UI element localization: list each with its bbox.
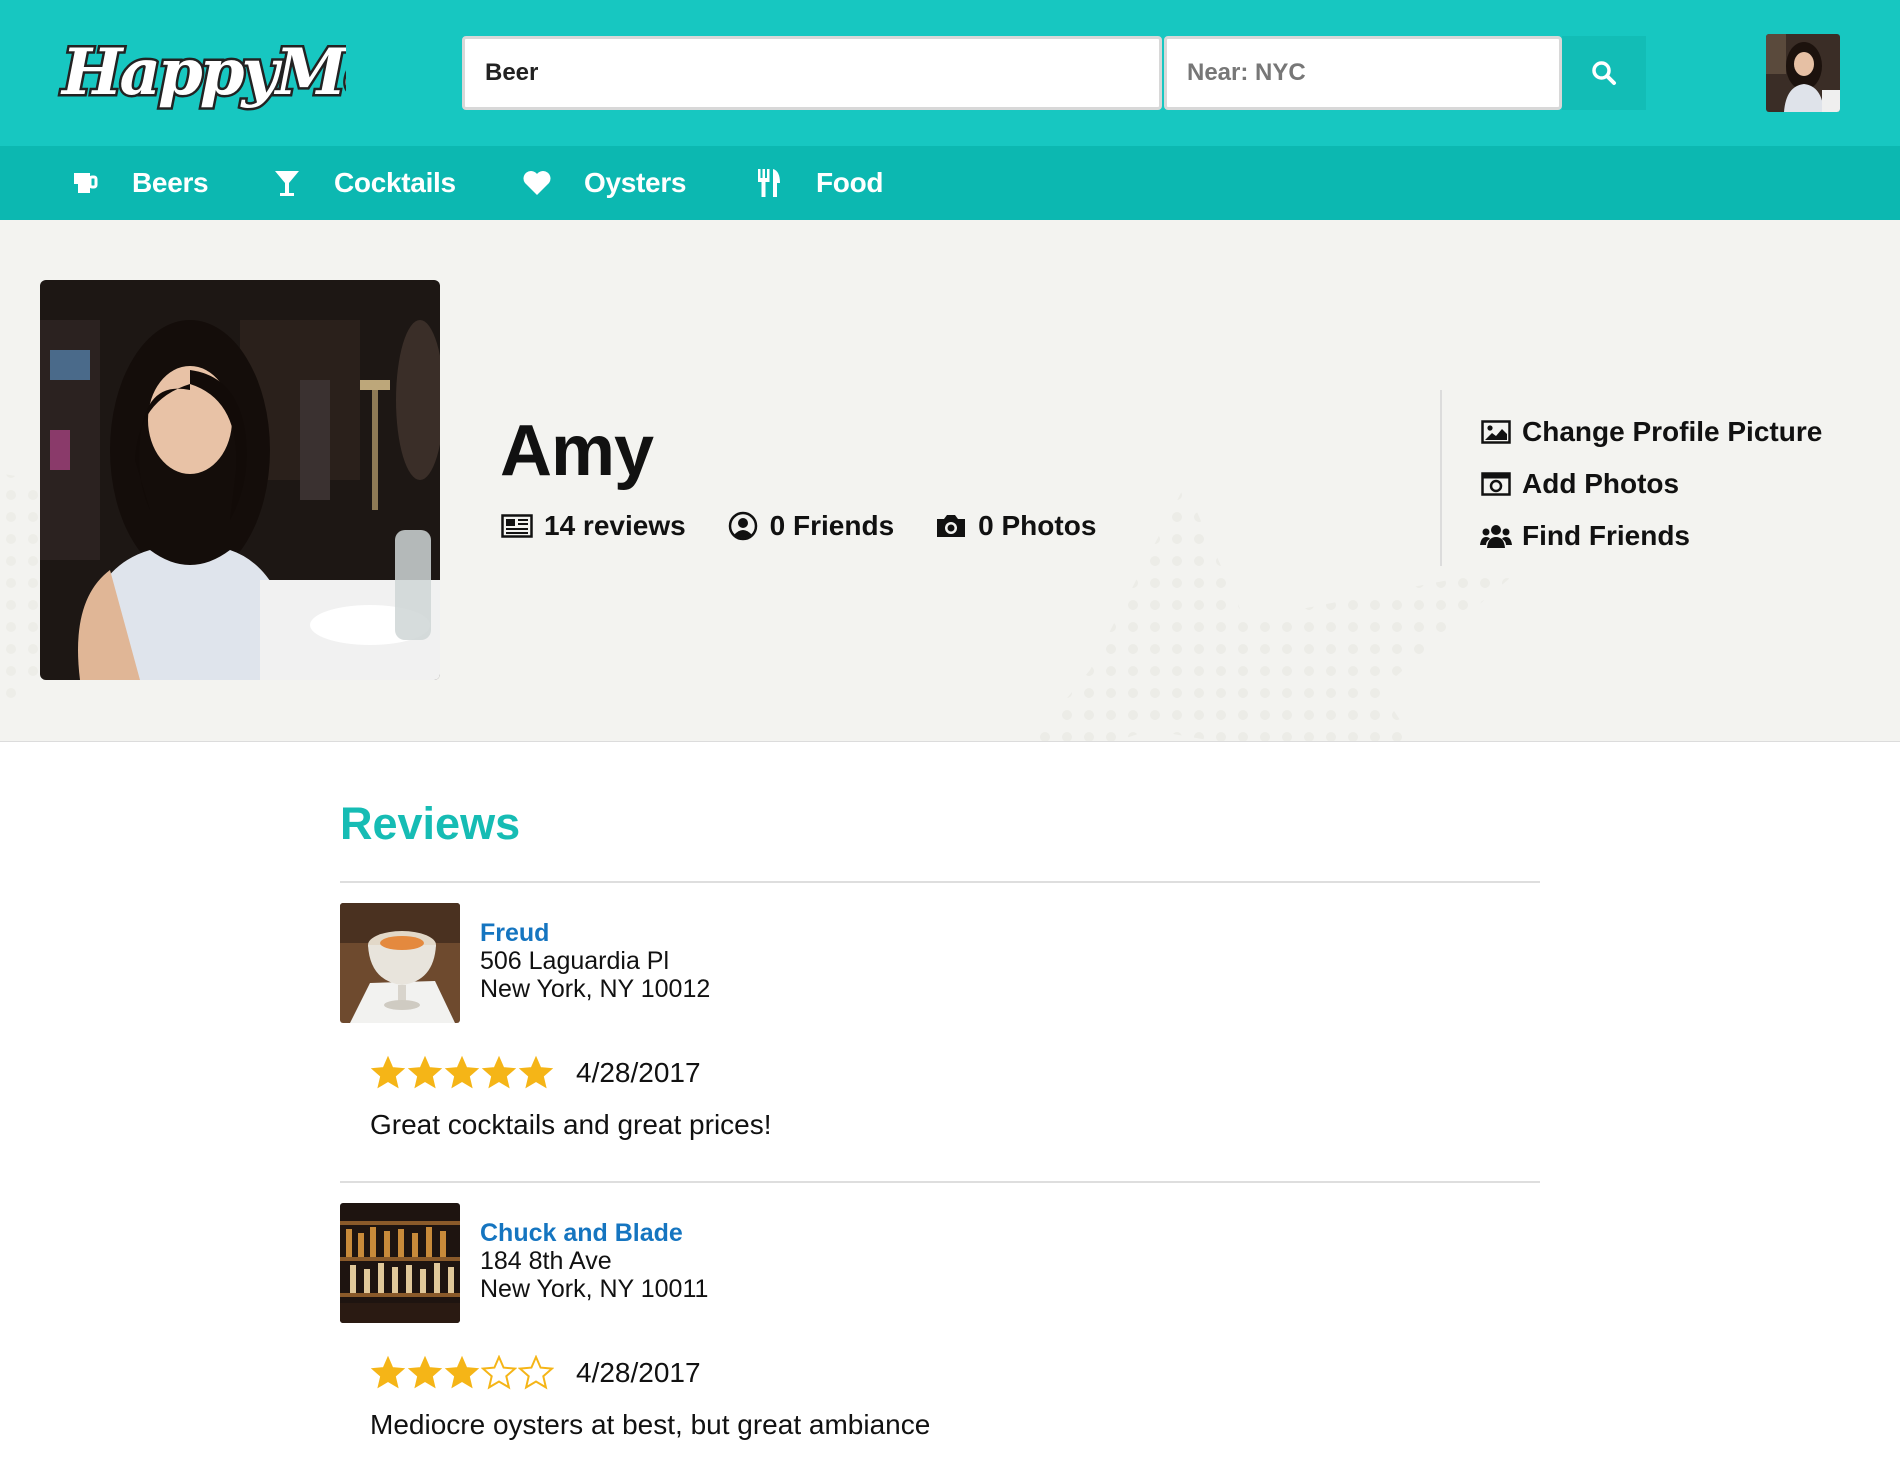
- star-filled-icon: [407, 1355, 443, 1389]
- image-icon: [1480, 416, 1512, 448]
- photos-count-label: 0 Photos: [978, 510, 1097, 541]
- venue-address-line2: New York, NY 10011: [480, 1275, 709, 1303]
- user-circle-icon: [726, 510, 760, 542]
- reviews-heading: Reviews: [340, 798, 521, 849]
- star-filled-icon: [370, 1355, 406, 1389]
- nav-label: Cocktails: [334, 167, 456, 198]
- search-icon: [1592, 61, 1616, 85]
- star-filled-icon: [444, 1055, 480, 1089]
- review-date: 4/28/2017: [576, 1357, 701, 1388]
- utensils-icon: [752, 166, 786, 200]
- top-header: HappyMe: [0, 0, 1900, 146]
- search-input[interactable]: [462, 36, 1162, 110]
- star-filled-icon: [370, 1055, 406, 1089]
- star-filled-icon: [407, 1055, 443, 1089]
- add-photos-label: Add Photos: [1522, 468, 1680, 499]
- change-profile-picture-label: Change Profile Picture: [1522, 416, 1823, 447]
- camera-retro-icon: [1480, 468, 1512, 500]
- profile-actions: Change Profile Picture Add Photos Find F…: [1480, 406, 1822, 562]
- happyme-logo[interactable]: HappyMe: [56, 22, 347, 132]
- star-filled-icon: [481, 1055, 517, 1089]
- venue-photo[interactable]: [340, 903, 460, 1023]
- star-rating: [370, 1055, 555, 1091]
- nav-label: Food: [816, 167, 884, 198]
- review-text: Great cocktails and great prices!: [370, 1109, 772, 1140]
- cocktail-icon: [270, 166, 304, 200]
- venue-name-link[interactable]: Freud: [480, 919, 549, 948]
- beer-icon: [68, 166, 102, 200]
- users-icon: [1480, 520, 1512, 552]
- logo-text: HappyMe: [60, 35, 346, 110]
- star-rating: [370, 1355, 555, 1391]
- review-date: 4/28/2017: [576, 1057, 701, 1088]
- newspaper-icon: [500, 510, 534, 542]
- venue-name-link[interactable]: Chuck and Blade: [480, 1219, 683, 1248]
- venue-address-line2: New York, NY 10012: [480, 975, 711, 1003]
- friends-count-label: 0 Friends: [769, 510, 895, 541]
- category-nav: Beers Cocktails Oysters Food: [0, 146, 1900, 220]
- search-button[interactable]: [1562, 36, 1646, 110]
- near-location-input[interactable]: [1164, 36, 1562, 110]
- profile-stats: 14 reviews 0 Friends 0 Photos: [500, 510, 1136, 542]
- reviews-count[interactable]: 14 reviews: [500, 510, 686, 542]
- divider: [340, 881, 1540, 883]
- profile-name: Amy: [500, 411, 654, 491]
- reviews-count-label: 14 reviews: [544, 510, 686, 541]
- review-text: Mediocre oysters at best, but great ambi…: [370, 1409, 931, 1440]
- actions-divider: [1440, 390, 1442, 566]
- venue-address-line1: 506 Laguardia Pl: [480, 947, 670, 975]
- nav-item-oysters[interactable]: Oysters: [520, 146, 687, 220]
- nav-item-cocktails[interactable]: Cocktails: [270, 146, 456, 220]
- find-friends-link[interactable]: Find Friends: [1480, 510, 1822, 562]
- star-filled-icon: [518, 1055, 554, 1089]
- heart-icon: [520, 166, 554, 200]
- friends-count[interactable]: 0 Friends: [726, 510, 894, 542]
- star-empty-icon: [518, 1355, 554, 1390]
- camera-icon: [934, 510, 968, 542]
- venue-address-line1: 184 8th Ave: [480, 1247, 612, 1275]
- profile-photo[interactable]: [40, 280, 440, 680]
- nav-label: Beers: [132, 167, 209, 198]
- photos-count[interactable]: 0 Photos: [934, 510, 1096, 542]
- change-profile-picture-link[interactable]: Change Profile Picture: [1480, 406, 1822, 458]
- nav-label: Oysters: [584, 167, 687, 198]
- star-filled-icon: [444, 1355, 480, 1389]
- star-empty-icon: [481, 1355, 517, 1390]
- nav-item-beers[interactable]: Beers: [68, 146, 209, 220]
- profile-banner: Amy 14 reviews 0 Friends 0 Photos Change…: [0, 220, 1900, 742]
- nav-item-food[interactable]: Food: [752, 146, 884, 220]
- divider: [340, 1181, 1540, 1183]
- add-photos-link[interactable]: Add Photos: [1480, 458, 1822, 510]
- user-avatar[interactable]: [1766, 34, 1840, 112]
- venue-photo[interactable]: [340, 1203, 460, 1323]
- find-friends-label: Find Friends: [1522, 520, 1690, 551]
